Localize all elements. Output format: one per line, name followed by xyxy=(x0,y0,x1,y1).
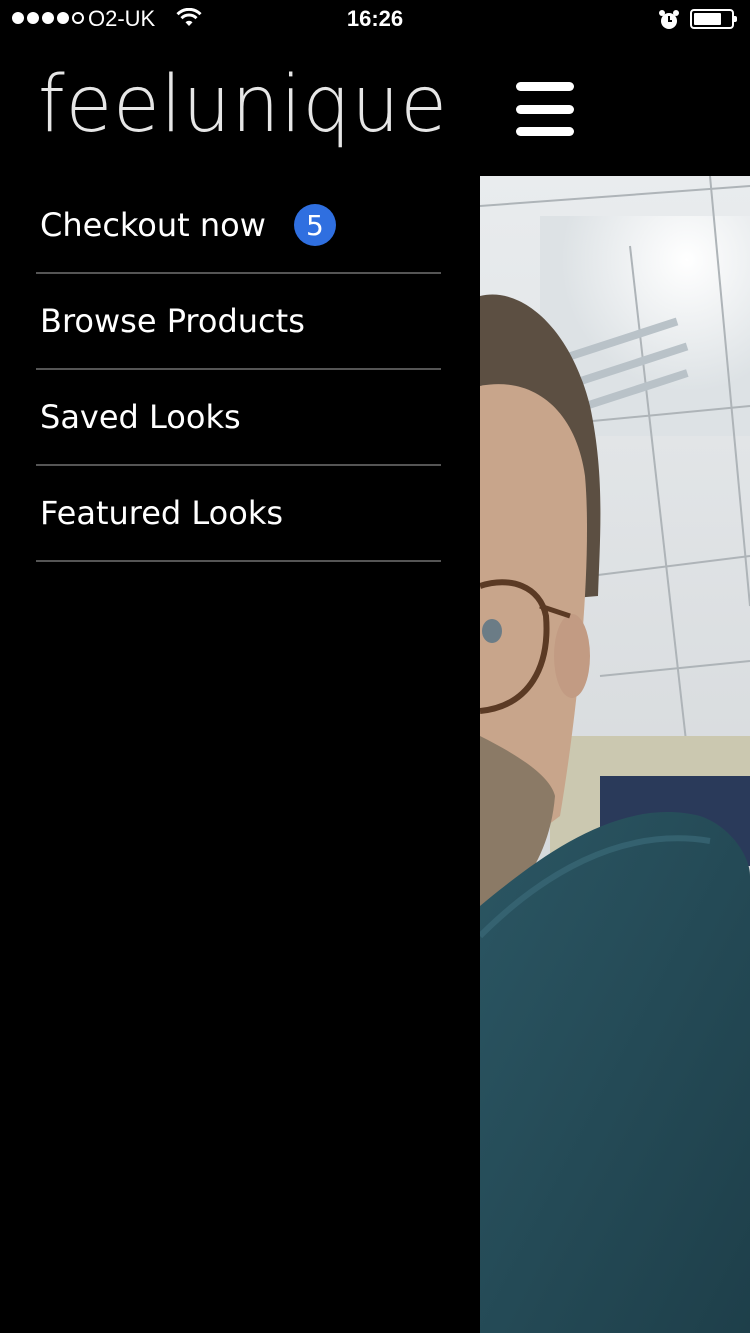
battery-icon xyxy=(690,9,737,29)
side-menu: Checkout now 5 Browse Products Saved Loo… xyxy=(36,178,441,562)
menu-item-label: Saved Looks xyxy=(40,398,241,436)
menu-item-label: Browse Products xyxy=(40,302,305,340)
feelunique-logo: feelunique xyxy=(38,60,448,150)
status-time: 16:26 xyxy=(346,6,404,31)
hamburger-menu-button[interactable] xyxy=(516,82,574,136)
menu-item-label: Checkout now xyxy=(40,206,266,244)
cart-count-badge: 5 xyxy=(293,204,336,246)
menu-item-label: Featured Looks xyxy=(40,494,284,532)
hamburger-icon-line xyxy=(516,82,574,91)
menu-item-checkout[interactable]: Checkout now 5 xyxy=(36,178,441,274)
status-bar: O2-UK 16:26 xyxy=(0,0,750,40)
hamburger-icon-line xyxy=(516,127,574,136)
alarm-icon xyxy=(659,10,679,29)
menu-item-featured-looks[interactable]: Featured Looks xyxy=(36,466,441,562)
camera-preview[interactable] xyxy=(480,176,750,1333)
menu-item-browse-products[interactable]: Browse Products xyxy=(36,274,441,370)
hamburger-icon-line xyxy=(516,104,574,114)
menu-item-saved-looks[interactable]: Saved Looks xyxy=(36,370,441,466)
camera-preview-image xyxy=(480,176,750,1333)
